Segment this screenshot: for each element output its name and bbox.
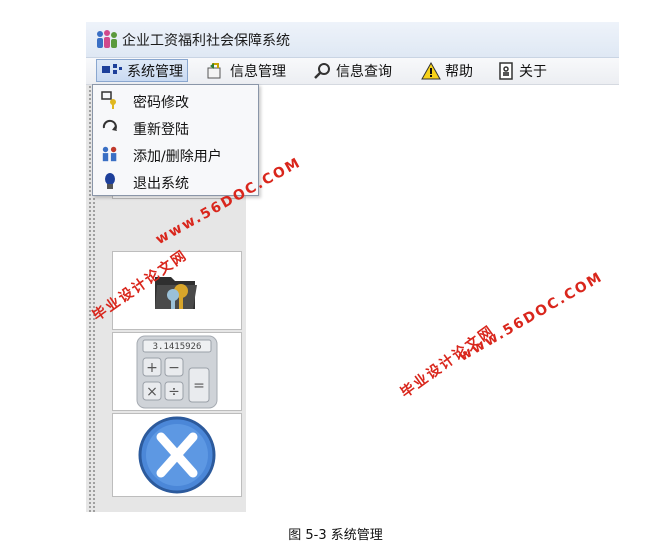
menu-label: 关于 — [519, 63, 547, 80]
about-icon — [499, 61, 513, 80]
title-bar: 企业工资福利社会保障系统 — [86, 22, 619, 58]
svg-text:×: × — [146, 384, 158, 400]
system-manage-icon — [102, 63, 122, 74]
svg-text:−: − — [168, 360, 180, 376]
menu-item-relogin[interactable]: 重新登陆 — [93, 114, 256, 140]
menu-label: 系统管理 — [127, 63, 183, 80]
calculator-display: 3.1415926 — [153, 342, 202, 352]
menu-about[interactable]: 关于 — [493, 59, 551, 82]
menu-label: 信息管理 — [230, 63, 286, 80]
calculator-icon: 3.1415926 + − × ÷ = — [136, 335, 218, 408]
close-icon — [138, 416, 216, 494]
window-title: 企业工资福利社会保障系统 — [122, 33, 290, 49]
toolbar-exit-button[interactable] — [112, 413, 242, 497]
menu-info-query[interactable]: 信息查询 — [310, 59, 396, 82]
svg-text:+: + — [146, 360, 158, 376]
key-icon — [101, 91, 116, 109]
figure-caption: 图 5-3 系统管理 — [288, 528, 383, 543]
info-manage-icon — [207, 62, 221, 78]
toolbar-calculator-button[interactable]: 3.1415926 + − × ÷ = — [112, 332, 242, 411]
menu-item-change-password[interactable]: 密码修改 — [93, 87, 256, 113]
dropdown-label: 重新登陆 — [133, 122, 189, 138]
exit-icon — [105, 173, 115, 189]
app-logo-icon — [97, 30, 117, 48]
svg-text:=: = — [193, 378, 205, 394]
search-icon — [314, 62, 330, 79]
menu-system-manage[interactable]: 系统管理 — [96, 59, 188, 82]
users-icon — [102, 146, 117, 162]
menu-label: 帮助 — [445, 63, 473, 80]
menu-help[interactable]: 帮助 — [417, 59, 477, 82]
menu-label: 信息查询 — [336, 63, 392, 80]
relogin-icon — [102, 119, 117, 131]
menu-info-manage[interactable]: 信息管理 — [202, 59, 290, 82]
warning-icon — [421, 61, 441, 79]
menu-bar: 系统管理 信息管理 信息查询 帮助 关于 — [86, 58, 619, 85]
system-manage-dropdown: 密码修改 重新登陆 添加/删除用户 退出系统 — [92, 84, 259, 196]
dropdown-label: 添加/删除用户 — [133, 149, 222, 165]
menu-item-add-remove-user[interactable]: 添加/删除用户 — [93, 141, 256, 167]
dropdown-label: 密码修改 — [133, 95, 189, 111]
dropdown-label: 退出系统 — [133, 176, 189, 192]
svg-text:÷: ÷ — [168, 384, 180, 400]
